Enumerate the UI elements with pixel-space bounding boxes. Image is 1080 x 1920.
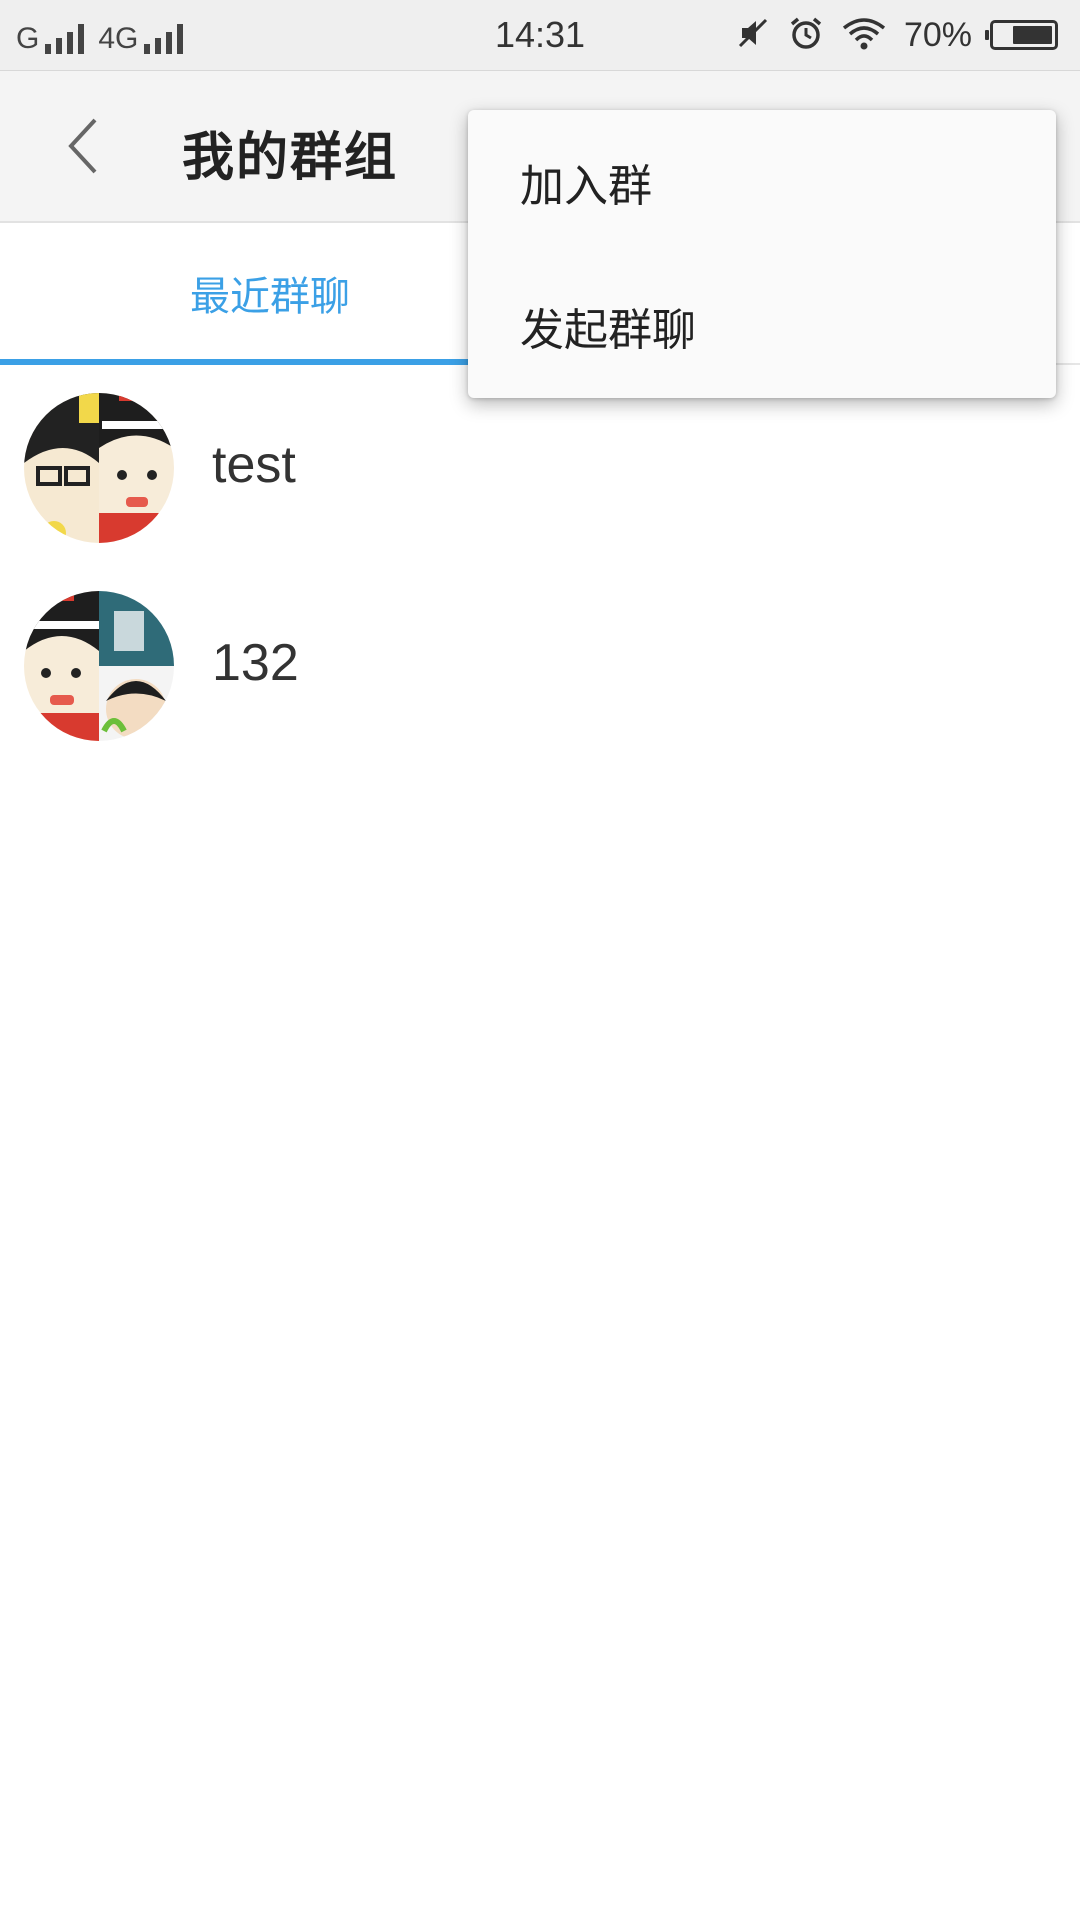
list-item[interactable]: 132 <box>0 583 1080 781</box>
group-avatar <box>24 591 174 741</box>
overflow-menu: 加入群 发起群聊 <box>468 110 1056 398</box>
menu-item-start-group-chat[interactable]: 发起群聊 <box>468 254 1056 398</box>
group-list: test 132 <box>0 385 1080 781</box>
back-arrow-icon <box>68 118 97 174</box>
status-bar: G 4G 14:31 70% <box>0 0 1080 71</box>
group-name: test <box>212 436 296 494</box>
tab-recent-groups[interactable]: 最近群聊 <box>0 223 540 363</box>
menu-item-join-group[interactable]: 加入群 <box>468 110 1056 254</box>
page-title: 我的群组 <box>182 128 399 188</box>
alarm-icon <box>788 15 824 55</box>
group-avatar <box>24 393 174 543</box>
wifi-icon <box>842 16 886 54</box>
status-icons: 70% <box>736 14 1058 56</box>
back-button[interactable] <box>48 111 118 181</box>
mute-icon <box>736 16 770 54</box>
battery-icon <box>985 20 1058 50</box>
tab-indicator <box>0 359 540 365</box>
battery-percent: 70% <box>903 15 972 54</box>
group-name: 132 <box>212 634 299 692</box>
list-item[interactable]: test <box>0 385 1080 583</box>
